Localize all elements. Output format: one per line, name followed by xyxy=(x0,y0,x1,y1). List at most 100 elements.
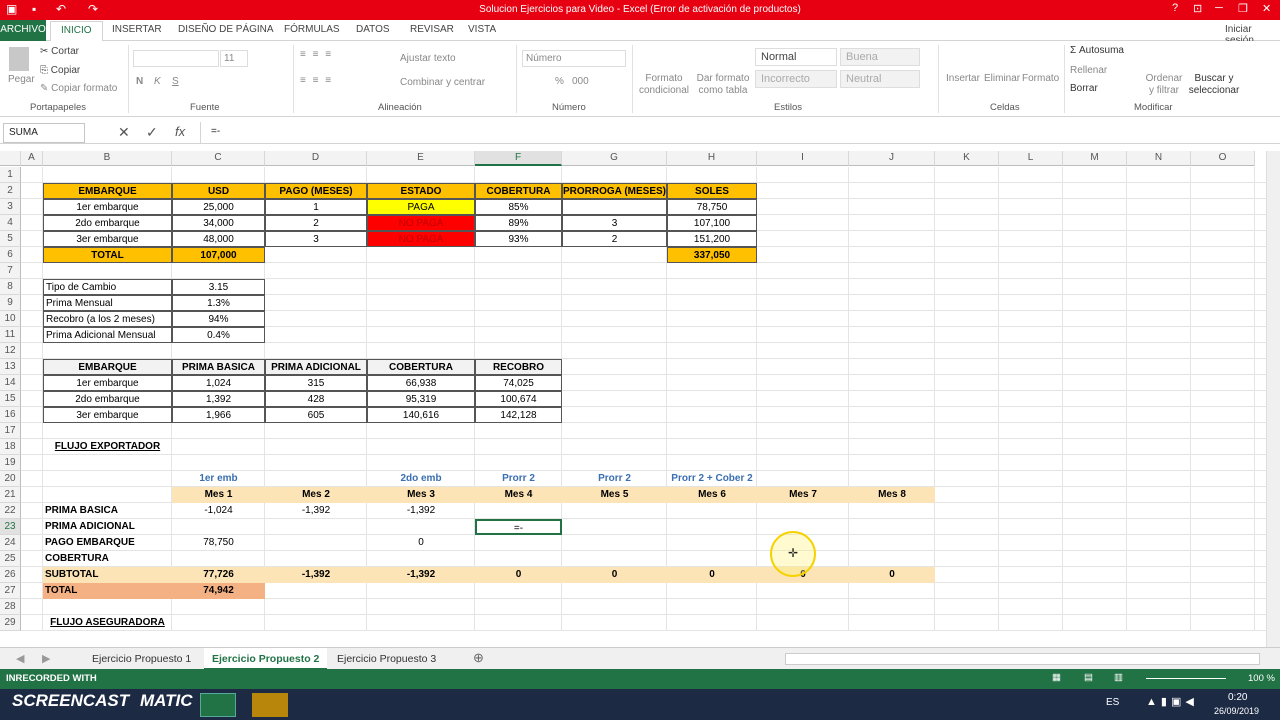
cell-H6[interactable]: 337,050 xyxy=(667,247,757,263)
cell-F14[interactable]: 74,025 xyxy=(475,375,562,391)
cell-H3[interactable]: 78,750 xyxy=(667,199,757,215)
cell-C3[interactable]: 25,000 xyxy=(172,199,265,215)
row-header-4[interactable]: 4 xyxy=(0,215,21,231)
cell-J22[interactable] xyxy=(849,503,935,519)
cell-D21[interactable]: Mes 2 xyxy=(265,487,367,503)
font-name-select[interactable] xyxy=(133,50,219,67)
cell-D4[interactable]: 2 xyxy=(265,215,367,231)
sort-filter-button[interactable]: Ordenar y filtrar xyxy=(1142,73,1186,97)
cell-B11[interactable]: Prima Adicional Mensual xyxy=(43,327,172,343)
cell-C21[interactable]: Mes 1 xyxy=(172,487,265,503)
tab-inicio[interactable]: INICIO xyxy=(50,21,103,42)
cell-B23[interactable]: PRIMA ADICIONAL xyxy=(43,519,172,535)
row-header-27[interactable]: 27 xyxy=(0,583,21,599)
row-header-23[interactable]: 23 xyxy=(0,519,21,535)
cell-H22[interactable] xyxy=(667,503,757,519)
row-header-13[interactable]: 13 xyxy=(0,359,21,375)
row-header-9[interactable]: 9 xyxy=(0,295,21,311)
cell-E20[interactable]: 2do emb xyxy=(367,471,475,487)
vertical-scrollbar[interactable] xyxy=(1266,151,1280,647)
column-header-L[interactable]: L xyxy=(999,151,1063,166)
underline-button[interactable]: S xyxy=(172,76,179,87)
cell-F15[interactable]: 100,674 xyxy=(475,391,562,407)
minimize-icon[interactable]: ─ xyxy=(1215,2,1223,14)
paste-button[interactable] xyxy=(8,47,30,71)
cell-D16[interactable]: 605 xyxy=(265,407,367,423)
cell-B22[interactable]: PRIMA BASICA xyxy=(43,503,172,519)
row-header-5[interactable]: 5 xyxy=(0,231,21,247)
cell-D20[interactable] xyxy=(265,471,367,487)
cell-B6[interactable]: TOTAL xyxy=(43,247,172,263)
cell-F5[interactable]: 93% xyxy=(475,231,562,247)
row-header-10[interactable]: 10 xyxy=(0,311,21,327)
name-box[interactable]: SUMA xyxy=(3,123,85,143)
cell-E23[interactable] xyxy=(367,519,475,535)
language-indicator[interactable]: ES xyxy=(1106,697,1119,708)
style-bad[interactable]: Incorrecto xyxy=(755,70,837,88)
row-header-26[interactable]: 26 xyxy=(0,567,21,583)
cancel-icon[interactable]: ✕ xyxy=(118,124,130,141)
cell-E16[interactable]: 140,616 xyxy=(367,407,475,423)
cell-F20[interactable]: Prorr 2 xyxy=(475,471,562,487)
add-sheet-icon[interactable]: ⊕ xyxy=(473,650,484,666)
cell-B8[interactable]: Tipo de Cambio xyxy=(43,279,172,295)
style-normal[interactable]: Normal xyxy=(755,48,837,66)
row-header-22[interactable]: 22 xyxy=(0,503,21,519)
cell-C25[interactable] xyxy=(172,551,265,567)
cell-F2[interactable]: COBERTURA xyxy=(475,183,562,199)
cell-E21[interactable]: Mes 3 xyxy=(367,487,475,503)
number-format-select[interactable]: Número xyxy=(522,50,626,67)
insert-cells-button[interactable]: Insertar xyxy=(946,73,980,84)
format-table-button[interactable]: Dar formato como tabla xyxy=(694,73,752,97)
tab-formulas[interactable]: FÓRMULAS xyxy=(284,24,340,35)
cell-H20[interactable]: Prorr 2 + Cober 2 xyxy=(667,471,757,487)
select-all-corner[interactable] xyxy=(0,151,21,166)
cell-D14[interactable]: 315 xyxy=(265,375,367,391)
align-icons-2[interactable]: ≡ ≡ ≡ xyxy=(300,75,333,86)
cell-E22[interactable]: -1,392 xyxy=(367,503,475,519)
zoom-slider[interactable] xyxy=(1146,678,1226,679)
column-header-M[interactable]: M xyxy=(1063,151,1127,166)
cell-B10[interactable]: Recobro (a los 2 meses) xyxy=(43,311,172,327)
cell-D25[interactable] xyxy=(265,551,367,567)
cell-C23[interactable] xyxy=(172,519,265,535)
cell-B18[interactable]: FLUJO EXPORTADOR xyxy=(43,439,172,455)
cell-D22[interactable]: -1,392 xyxy=(265,503,367,519)
thousands-button[interactable]: 000 xyxy=(572,76,589,87)
cell-F21[interactable]: Mes 4 xyxy=(475,487,562,503)
cell-E5[interactable]: NO PAGA xyxy=(367,231,475,247)
column-header-A[interactable]: A xyxy=(21,151,43,166)
row-header-3[interactable]: 3 xyxy=(0,199,21,215)
ribbon-display-icon[interactable]: ⊡ xyxy=(1193,2,1202,15)
tab-insertar[interactable]: INSERTAR xyxy=(112,24,162,35)
tray-icons[interactable]: ▲▮▣◀ xyxy=(1146,695,1198,708)
cell-B13[interactable]: EMBARQUE xyxy=(43,359,172,375)
cell-H2[interactable]: SOLES xyxy=(667,183,757,199)
cell-H21[interactable]: Mes 6 xyxy=(667,487,757,503)
cell-H23[interactable] xyxy=(667,519,757,535)
cell-H25[interactable] xyxy=(667,551,757,567)
cell-F4[interactable]: 89% xyxy=(475,215,562,231)
row-header-11[interactable]: 11 xyxy=(0,327,21,343)
column-header-B[interactable]: B xyxy=(43,151,172,166)
merge-center-button[interactable]: Combinar y centrar xyxy=(400,77,485,88)
cell-J25[interactable] xyxy=(849,551,935,567)
cell-E26[interactable]: -1,392 xyxy=(367,567,475,583)
cell-C2[interactable]: USD xyxy=(172,183,265,199)
normal-view-icon[interactable]: ▦ xyxy=(1052,672,1061,683)
cell-B25[interactable]: COBERTURA xyxy=(43,551,172,567)
cell-F26[interactable]: 0 xyxy=(475,567,562,583)
cell-B14[interactable]: 1er embarque xyxy=(43,375,172,391)
tab-revisar[interactable]: REVISAR xyxy=(410,24,454,35)
cell-C22[interactable]: -1,024 xyxy=(172,503,265,519)
cell-C16[interactable]: 1,966 xyxy=(172,407,265,423)
cell-G24[interactable] xyxy=(562,535,667,551)
cell-D26[interactable]: -1,392 xyxy=(265,567,367,583)
copy-button[interactable]: ⎘ Copiar xyxy=(40,65,80,76)
cell-D24[interactable] xyxy=(265,535,367,551)
cell-B4[interactable]: 2do embarque xyxy=(43,215,172,231)
sheet-tab-3[interactable]: Ejercicio Propuesto 3 xyxy=(329,650,444,668)
style-neutral[interactable]: Neutral xyxy=(840,70,920,88)
cell-E24[interactable]: 0 xyxy=(367,535,475,551)
cell-G21[interactable]: Mes 5 xyxy=(562,487,667,503)
